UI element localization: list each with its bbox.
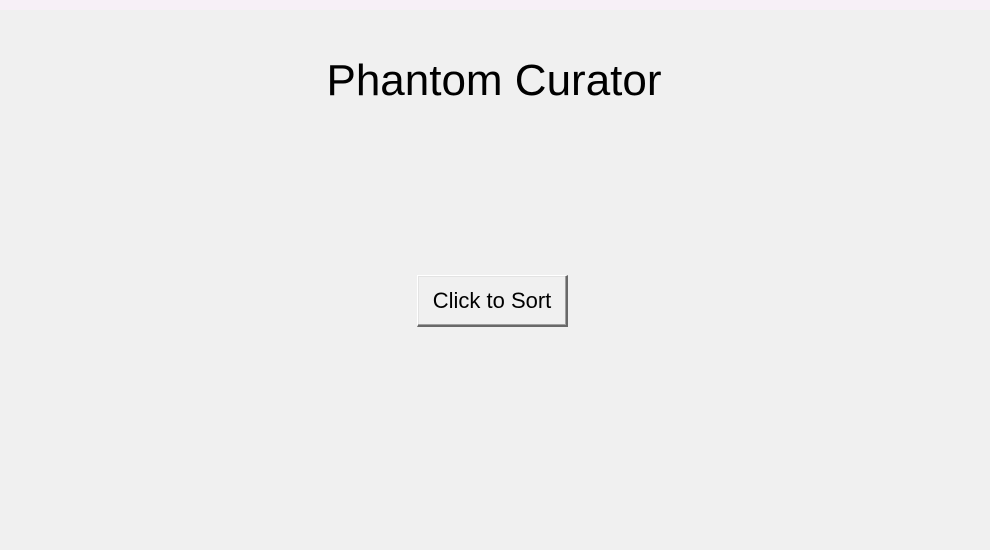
app-title: Phantom Curator — [326, 56, 662, 105]
sort-button[interactable]: Click to Sort — [417, 275, 568, 327]
top-strip — [0, 0, 990, 10]
